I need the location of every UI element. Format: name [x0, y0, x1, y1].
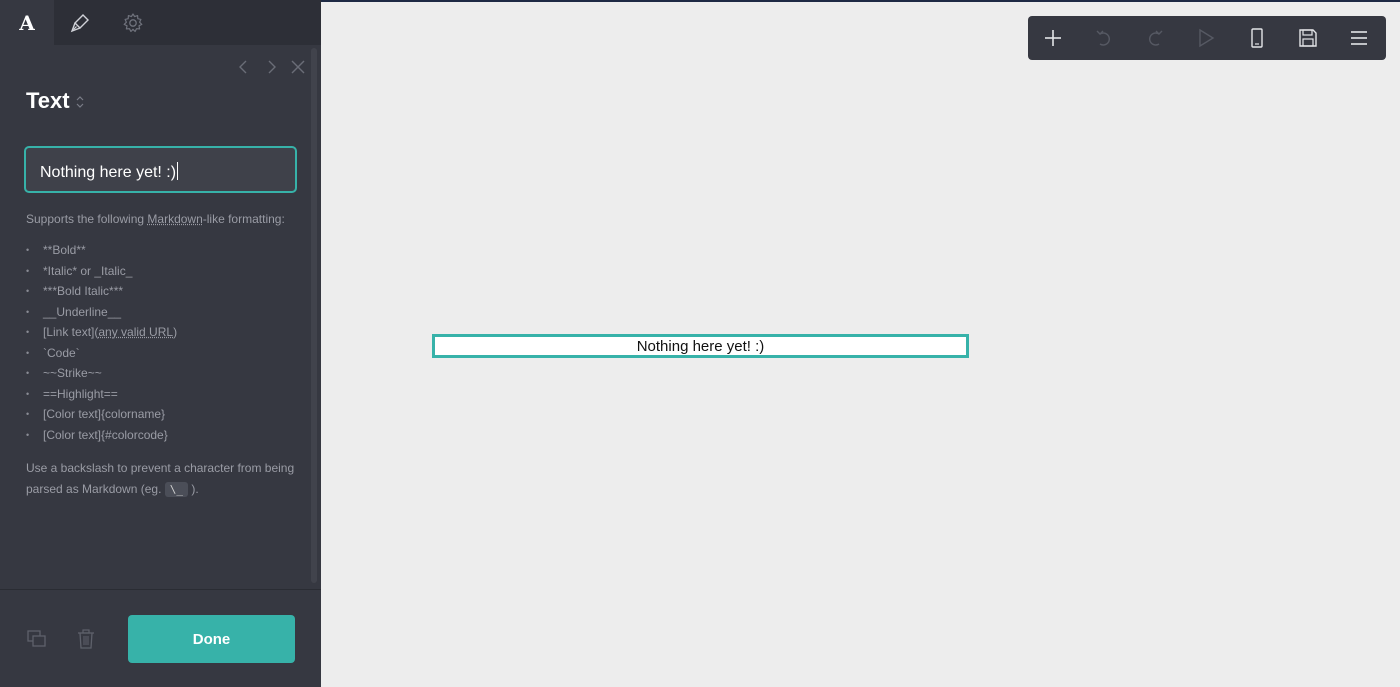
text-icon: A: [19, 10, 35, 35]
up-down-caret-icon[interactable]: [74, 92, 86, 112]
valid-url-link[interactable]: any valid URL: [98, 325, 173, 339]
done-button[interactable]: Done: [128, 615, 295, 663]
list-item: **Bold**: [26, 243, 177, 264]
redo-button[interactable]: [1130, 16, 1180, 60]
plus-icon: [1045, 30, 1061, 46]
canvas-text-block[interactable]: Nothing here yet! :): [432, 334, 969, 358]
sidebar-panel: A Text Nothing here yet! :) Supports the…: [0, 0, 321, 687]
preview-button[interactable]: [1181, 16, 1231, 60]
add-button[interactable]: [1028, 16, 1078, 60]
play-icon: [1199, 28, 1215, 48]
save-icon: [1299, 29, 1317, 47]
list-item: ~~Strike~~: [26, 366, 177, 387]
save-button[interactable]: [1283, 16, 1333, 60]
list-item: __Underline__: [26, 305, 177, 326]
brush-icon: [70, 13, 89, 32]
canvas-text-content: Nothing here yet! :): [636, 338, 765, 355]
markdown-link[interactable]: Markdown: [147, 212, 202, 226]
input-value: Nothing here yet! :): [40, 162, 179, 181]
sidebar-scrollbar[interactable]: [311, 48, 317, 583]
format-list: **Bold** *Italic* or _Italic_ ***Bold It…: [26, 243, 177, 448]
sidebar-footer: Done: [0, 589, 321, 687]
top-toolbar: [1028, 16, 1386, 60]
close-icon[interactable]: [288, 57, 308, 77]
tab-text[interactable]: A: [0, 0, 54, 45]
menu-icon: [1351, 31, 1367, 45]
list-item: ***Bold Italic***: [26, 284, 177, 305]
sidebar-tabs: A: [0, 0, 321, 45]
markdown-help-intro: Supports the following Markdown-like for…: [26, 212, 285, 226]
redo-icon: [1149, 30, 1163, 46]
trash-icon[interactable]: [75, 628, 97, 650]
text-content-input[interactable]: Nothing here yet! :): [24, 146, 297, 193]
undo-button[interactable]: [1079, 16, 1129, 60]
list-item: `Code`: [26, 346, 177, 367]
menu-button[interactable]: [1334, 16, 1384, 60]
backslash-help: Use a backslash to prevent a character f…: [26, 461, 295, 497]
list-item: [Color text]{#colorcode}: [26, 428, 177, 449]
chevron-right-icon[interactable]: [261, 57, 281, 77]
list-item: [Color text]{colorname}: [26, 407, 177, 428]
mobile-view-button[interactable]: [1232, 16, 1282, 60]
list-item: *Italic* or _Italic_: [26, 264, 177, 285]
list-item: ==Highlight==: [26, 387, 177, 408]
undo-icon: [1096, 30, 1110, 46]
mobile-icon: [1251, 28, 1263, 48]
tab-style[interactable]: [53, 0, 107, 45]
code-example: \_: [164, 482, 188, 497]
duplicate-icon[interactable]: [26, 628, 48, 650]
gear-icon: [123, 12, 143, 32]
list-item: [Link text](any valid URL): [26, 325, 177, 346]
chevron-left-icon[interactable]: [234, 57, 254, 77]
panel-title: Text: [26, 88, 70, 113]
tab-settings[interactable]: [106, 0, 160, 45]
